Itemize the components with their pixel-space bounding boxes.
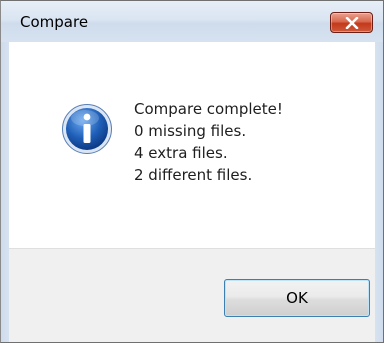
ok-button[interactable]: OK bbox=[224, 279, 370, 317]
compare-dialog-window: Compare Compare complete! 0 missing file… bbox=[0, 0, 384, 343]
close-icon bbox=[345, 17, 359, 29]
window-frame-left bbox=[1, 42, 9, 342]
message-line-missing: 0 missing files. bbox=[134, 122, 247, 140]
message-line-different: 2 different files. bbox=[134, 166, 253, 184]
info-icon bbox=[62, 104, 112, 154]
message-line-complete: Compare complete! bbox=[134, 100, 283, 118]
window-title: Compare bbox=[20, 13, 89, 31]
message-line-extra: 4 extra files. bbox=[134, 144, 228, 162]
message-text: Compare complete! 0 missing files. 4 ext… bbox=[134, 98, 283, 186]
close-button[interactable] bbox=[330, 12, 373, 33]
title-bar[interactable]: Compare bbox=[1, 1, 383, 42]
window-frame-right bbox=[375, 42, 383, 342]
